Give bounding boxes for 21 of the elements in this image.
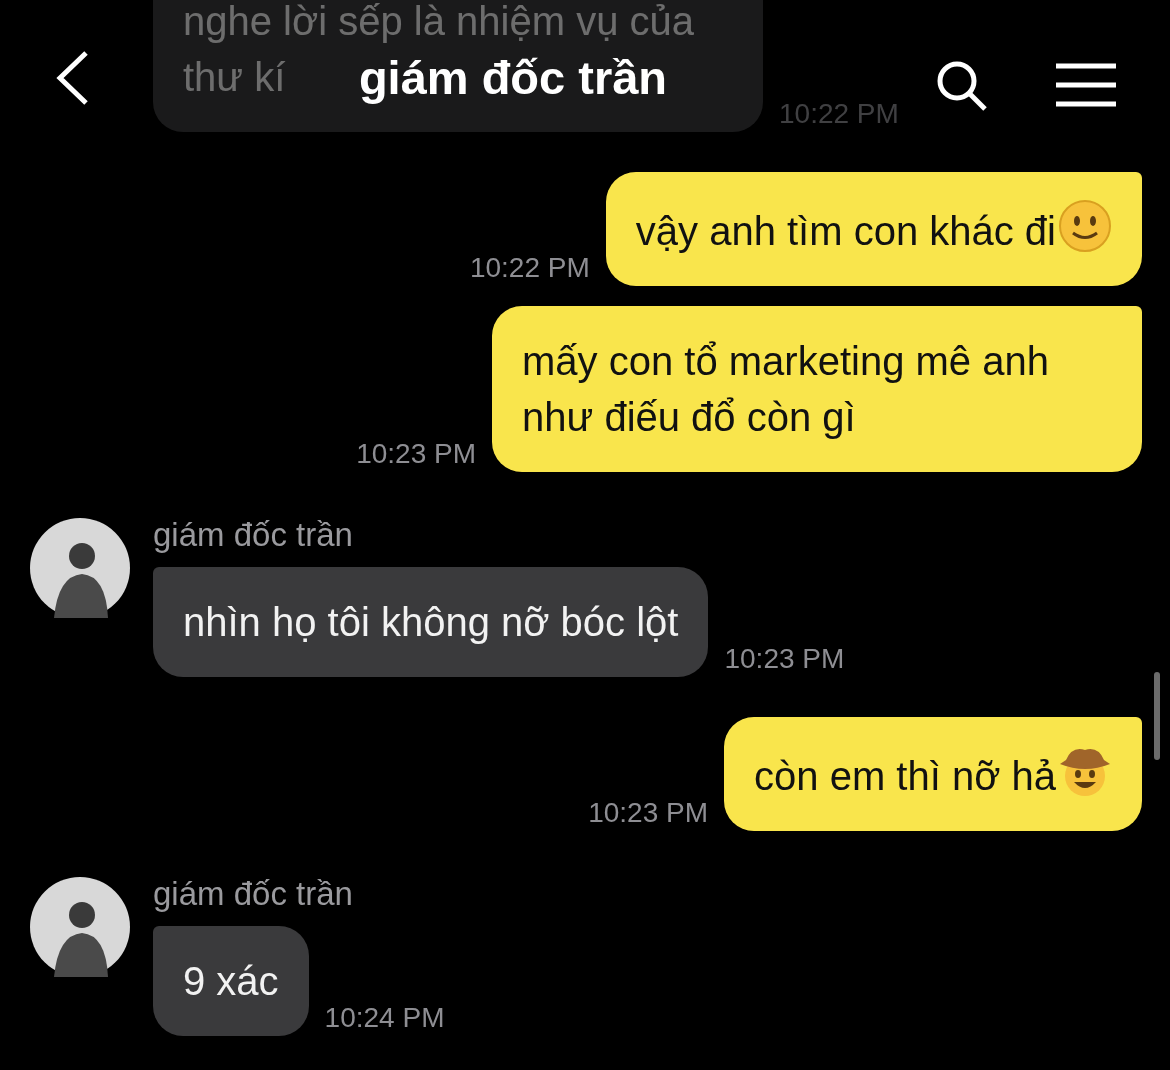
message-bubble: 9 xác [153,926,309,1036]
sender-name: giám đốc trần [153,518,354,551]
sender-name: giám đốc trần [153,877,354,910]
smiley-icon [1058,199,1112,253]
message-bubble: nhìn họ tôi không nỡ bóc lột [153,567,709,677]
chat-title: giám đốc trần [358,50,668,104]
message-time: 10:23 PM [724,645,845,673]
message-bubble: còn em thì nỡ hả [724,717,1142,831]
search-icon[interactable] [936,60,988,112]
message-time: 10:22 PM [469,254,590,282]
message-time: 10:23 PM [356,440,476,468]
scrollbar-thumb[interactable] [1154,672,1160,760]
message-time: 10:24 PM [324,1004,445,1032]
avatar-icon[interactable] [30,518,130,618]
back-icon[interactable] [56,51,90,105]
menu-icon[interactable] [1056,63,1116,107]
message-bubble: vậy anh tìm con khác đi [605,172,1142,286]
message-time: 10:23 PM [588,799,709,827]
avatar-icon[interactable] [30,877,130,977]
message-bubble: mấy con tổ marketing mê anh như điếu đổ còn gì [492,306,1142,472]
message-time: 10:22 PM [779,100,899,128]
